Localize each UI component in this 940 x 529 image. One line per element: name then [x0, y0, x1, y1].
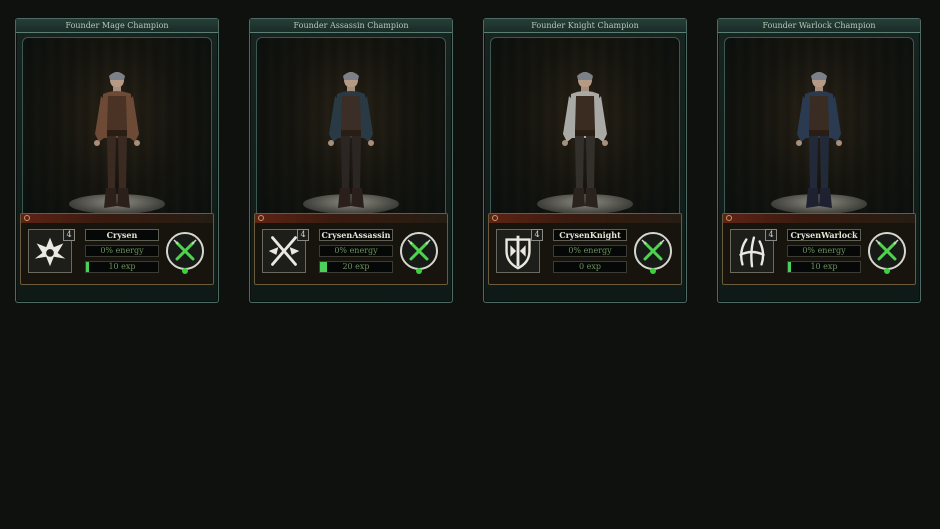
status-dot — [650, 268, 656, 274]
card-title: Founder Warlock Champion — [718, 19, 920, 33]
champion-model — [562, 72, 608, 208]
exp-text: 0 exp — [579, 262, 601, 271]
champion-info-panel: 4 CrysenWarlock 0% energy 10 exp — [722, 213, 916, 285]
status-dot — [182, 268, 188, 274]
exp-bar: 0 exp — [553, 261, 627, 273]
crossed-swords-icon — [407, 239, 431, 261]
energy-readout: 0% energy — [787, 245, 861, 257]
champion-model — [94, 72, 140, 208]
champion-info-panel: 4 Crysen 0% energy 10 exp — [20, 213, 214, 285]
exp-fill — [320, 262, 328, 272]
info-header-icon — [726, 215, 732, 221]
crossed-swords-icon — [875, 239, 899, 261]
status-dot — [884, 268, 890, 274]
exp-bar: 10 exp — [85, 261, 159, 273]
champion-name: CrysenWarlock — [787, 229, 861, 241]
champion-name: Crysen — [85, 229, 159, 241]
info-header-icon — [258, 215, 264, 221]
champion-card[interactable]: Founder Knight Champion 4 CrysenKnight 0… — [483, 18, 687, 303]
exp-text: 10 exp — [810, 262, 838, 271]
exp-fill — [788, 262, 791, 272]
champion-preview-stage — [22, 37, 212, 227]
exp-bar: 20 exp — [319, 261, 393, 273]
champion-model — [328, 72, 374, 208]
crossed-swords-button[interactable] — [400, 232, 438, 274]
card-title: Founder Assassin Champion — [250, 19, 452, 33]
champion-name: CrysenAssassin — [319, 229, 393, 241]
champion-card[interactable]: Founder Assassin Champion 4 CrysenAssass… — [249, 18, 453, 303]
level-badge: 4 — [765, 229, 777, 241]
energy-readout: 0% energy — [85, 245, 159, 257]
exp-text: 10 exp — [108, 262, 136, 271]
exp-fill — [86, 262, 89, 272]
crossed-swords-button[interactable] — [868, 232, 906, 274]
crossed-swords-button[interactable] — [166, 232, 204, 274]
champion-card[interactable]: Founder Mage Champion 4 Crysen 0% energy… — [15, 18, 219, 303]
level-badge: 4 — [297, 229, 309, 241]
champion-preview-stage — [256, 37, 446, 227]
exp-bar: 10 exp — [787, 261, 861, 273]
info-header-icon — [492, 215, 498, 221]
champion-preview-stage — [490, 37, 680, 227]
champion-preview-stage — [724, 37, 914, 227]
champion-info-panel: 4 CrysenKnight 0% energy 0 exp — [488, 213, 682, 285]
info-header-icon — [24, 215, 30, 221]
level-badge: 4 — [63, 229, 75, 241]
card-title: Founder Knight Champion — [484, 19, 686, 33]
champion-card[interactable]: Founder Warlock Champion 4 CrysenWarlock… — [717, 18, 921, 303]
champion-info-panel: 4 CrysenAssassin 0% energy 20 exp — [254, 213, 448, 285]
card-title: Founder Mage Champion — [16, 19, 218, 33]
crossed-swords-button[interactable] — [634, 232, 672, 274]
crossed-swords-icon — [173, 239, 197, 261]
champion-model — [796, 72, 842, 208]
status-dot — [416, 268, 422, 274]
exp-text: 20 exp — [342, 262, 370, 271]
energy-readout: 0% energy — [553, 245, 627, 257]
energy-readout: 0% energy — [319, 245, 393, 257]
champion-name: CrysenKnight — [553, 229, 627, 241]
crossed-swords-icon — [641, 239, 665, 261]
level-badge: 4 — [531, 229, 543, 241]
